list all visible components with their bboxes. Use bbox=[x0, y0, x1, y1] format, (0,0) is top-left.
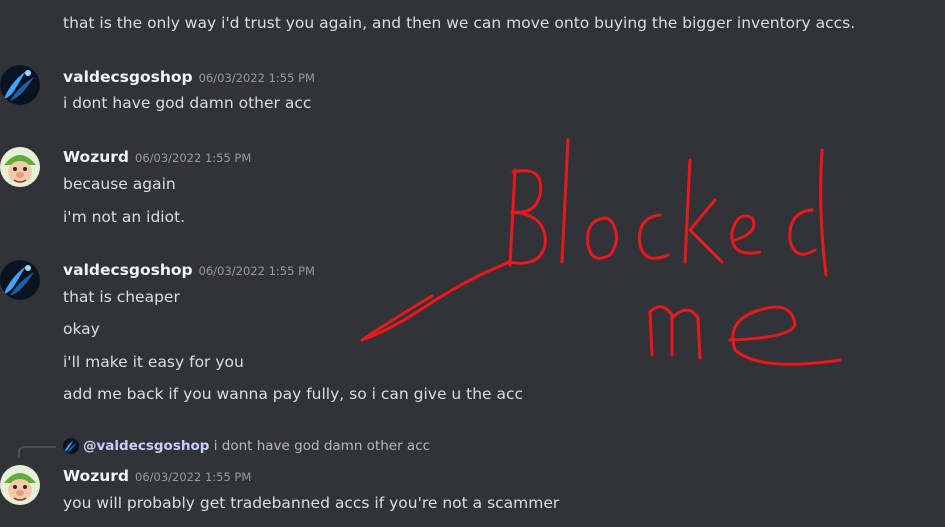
message-text: add me back if you wanna pay fully, so i… bbox=[63, 385, 524, 403]
reply-text: i dont have god damn other acc bbox=[213, 438, 431, 454]
message-header: Wozurd 06/03/2022 1:55 PM bbox=[63, 466, 251, 487]
message-text: i'm not an idiot. bbox=[63, 208, 186, 226]
avatar-valdecsgoshop[interactable] bbox=[0, 260, 40, 300]
message-header: valdecsgoshop 06/03/2022 1:55 PM bbox=[63, 67, 315, 88]
elf-face-avatar-icon bbox=[0, 465, 40, 505]
author-name[interactable]: Wozurd bbox=[63, 467, 129, 485]
timestamp: 06/03/2022 1:55 PM bbox=[198, 71, 315, 85]
blue-blade-avatar-icon bbox=[0, 260, 40, 300]
timestamp: 06/03/2022 1:55 PM bbox=[198, 264, 315, 278]
message-text: okay bbox=[63, 320, 100, 338]
avatar-wozurd[interactable] bbox=[0, 465, 40, 505]
message-text: i dont have god damn other acc bbox=[63, 94, 312, 112]
message-text: you will probably get tradebanned accs i… bbox=[63, 494, 560, 512]
reply-mention[interactable]: @valdecsgoshop bbox=[83, 438, 209, 454]
avatar-wozurd[interactable] bbox=[0, 147, 40, 187]
message-text: that is the only way i'd trust you again… bbox=[63, 14, 856, 32]
avatar-valdecsgoshop[interactable] bbox=[0, 65, 40, 105]
timestamp: 06/03/2022 1:55 PM bbox=[135, 151, 252, 165]
author-name[interactable]: Wozurd bbox=[63, 148, 129, 166]
elf-face-avatar-icon bbox=[0, 147, 40, 187]
author-name[interactable]: valdecsgoshop bbox=[63, 261, 193, 279]
message-header: valdecsgoshop 06/03/2022 1:55 PM bbox=[63, 260, 315, 281]
reply-avatar-icon bbox=[63, 438, 79, 454]
message-header: Wozurd 06/03/2022 1:55 PM bbox=[63, 147, 251, 168]
message-text: because again bbox=[63, 175, 176, 193]
reply-spine bbox=[18, 446, 56, 458]
message-text: that is cheaper bbox=[63, 288, 180, 306]
author-name[interactable]: valdecsgoshop bbox=[63, 68, 193, 86]
timestamp: 06/03/2022 1:55 PM bbox=[135, 470, 252, 484]
blue-blade-avatar-icon bbox=[0, 65, 40, 105]
message-text: i'll make it easy for you bbox=[63, 353, 244, 371]
reply-preview[interactable]: @valdecsgoshop i dont have god damn othe… bbox=[63, 436, 430, 456]
